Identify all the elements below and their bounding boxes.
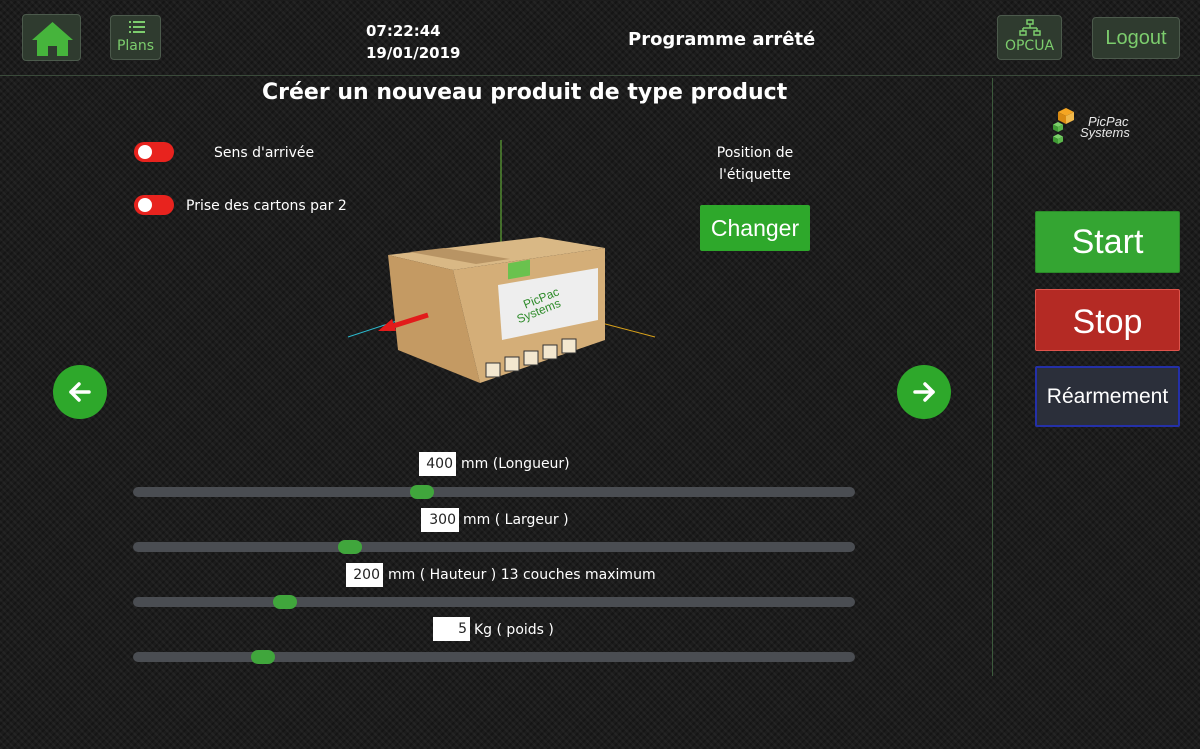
program-status: Programme arrêté [628, 29, 816, 50]
slider-thumb[interactable] [338, 540, 362, 554]
plans-button[interactable]: Plans [110, 15, 161, 60]
toggle-knob [138, 198, 152, 212]
length-label: mm (Longueur) [461, 456, 570, 472]
weight-label: Kg ( poids ) [474, 622, 554, 638]
height-input[interactable]: 200 [346, 563, 383, 587]
page-title: Créer un nouveau produit de type product [262, 80, 788, 105]
height-label: mm ( Hauteur ) 13 couches maximum [388, 567, 656, 583]
list-icon [129, 21, 145, 33]
logout-button[interactable]: Logout [1092, 17, 1180, 59]
width-slider[interactable] [133, 540, 855, 554]
plans-label: Plans [116, 38, 155, 54]
change-label-position-button[interactable]: Changer [700, 205, 810, 251]
opcua-label: OPCUA [1004, 38, 1055, 54]
clock: 07:22:44 19/01/2019 [366, 20, 460, 64]
arrow-right-icon [913, 382, 935, 402]
home-icon [32, 22, 73, 56]
weight-slider[interactable] [133, 650, 855, 664]
height-slider[interactable] [133, 595, 855, 609]
toggle-knob [138, 145, 152, 159]
logo-text: PicPac Systems [1070, 115, 1130, 140]
toggle-arrival-direction[interactable] [134, 142, 174, 162]
label-position-line1: Position de [716, 145, 794, 161]
toggle-double-pick[interactable] [134, 195, 174, 215]
sidebar-divider [992, 78, 993, 676]
start-button[interactable]: Start [1035, 211, 1180, 273]
label-position-caption: Position de l'étiquette [700, 142, 810, 186]
home-button[interactable] [22, 14, 81, 61]
toggle-label-double-pick: Prise des cartons par 2 [186, 198, 347, 214]
picpac-logo: PicPac Systems [1052, 106, 1142, 150]
slider-thumb[interactable] [410, 485, 434, 499]
clock-date: 19/01/2019 [366, 44, 461, 62]
clock-time: 07:22:44 [366, 22, 441, 40]
weight-input[interactable]: 5 [433, 617, 470, 641]
width-input[interactable]: 300 [421, 508, 459, 532]
previous-button[interactable] [53, 365, 107, 419]
label-position-line2: l'étiquette [719, 167, 791, 183]
network-icon [1019, 19, 1041, 36]
logo-line2: Systems [1080, 125, 1130, 140]
rearm-button[interactable]: Réarmement [1035, 366, 1180, 427]
length-slider[interactable] [133, 485, 855, 499]
slider-thumb[interactable] [273, 595, 297, 609]
arrow-left-icon [69, 382, 91, 402]
width-label: mm ( Largeur ) [463, 512, 569, 528]
length-input[interactable]: 400 [419, 452, 456, 476]
toggle-label-arrival: Sens d'arrivée [214, 145, 315, 161]
box-3d-preview: PicPac Systems [340, 135, 670, 395]
opcua-button[interactable]: OPCUA [997, 15, 1062, 60]
slider-thumb[interactable] [251, 650, 275, 664]
next-button[interactable] [897, 365, 951, 419]
stop-button[interactable]: Stop [1035, 289, 1180, 351]
